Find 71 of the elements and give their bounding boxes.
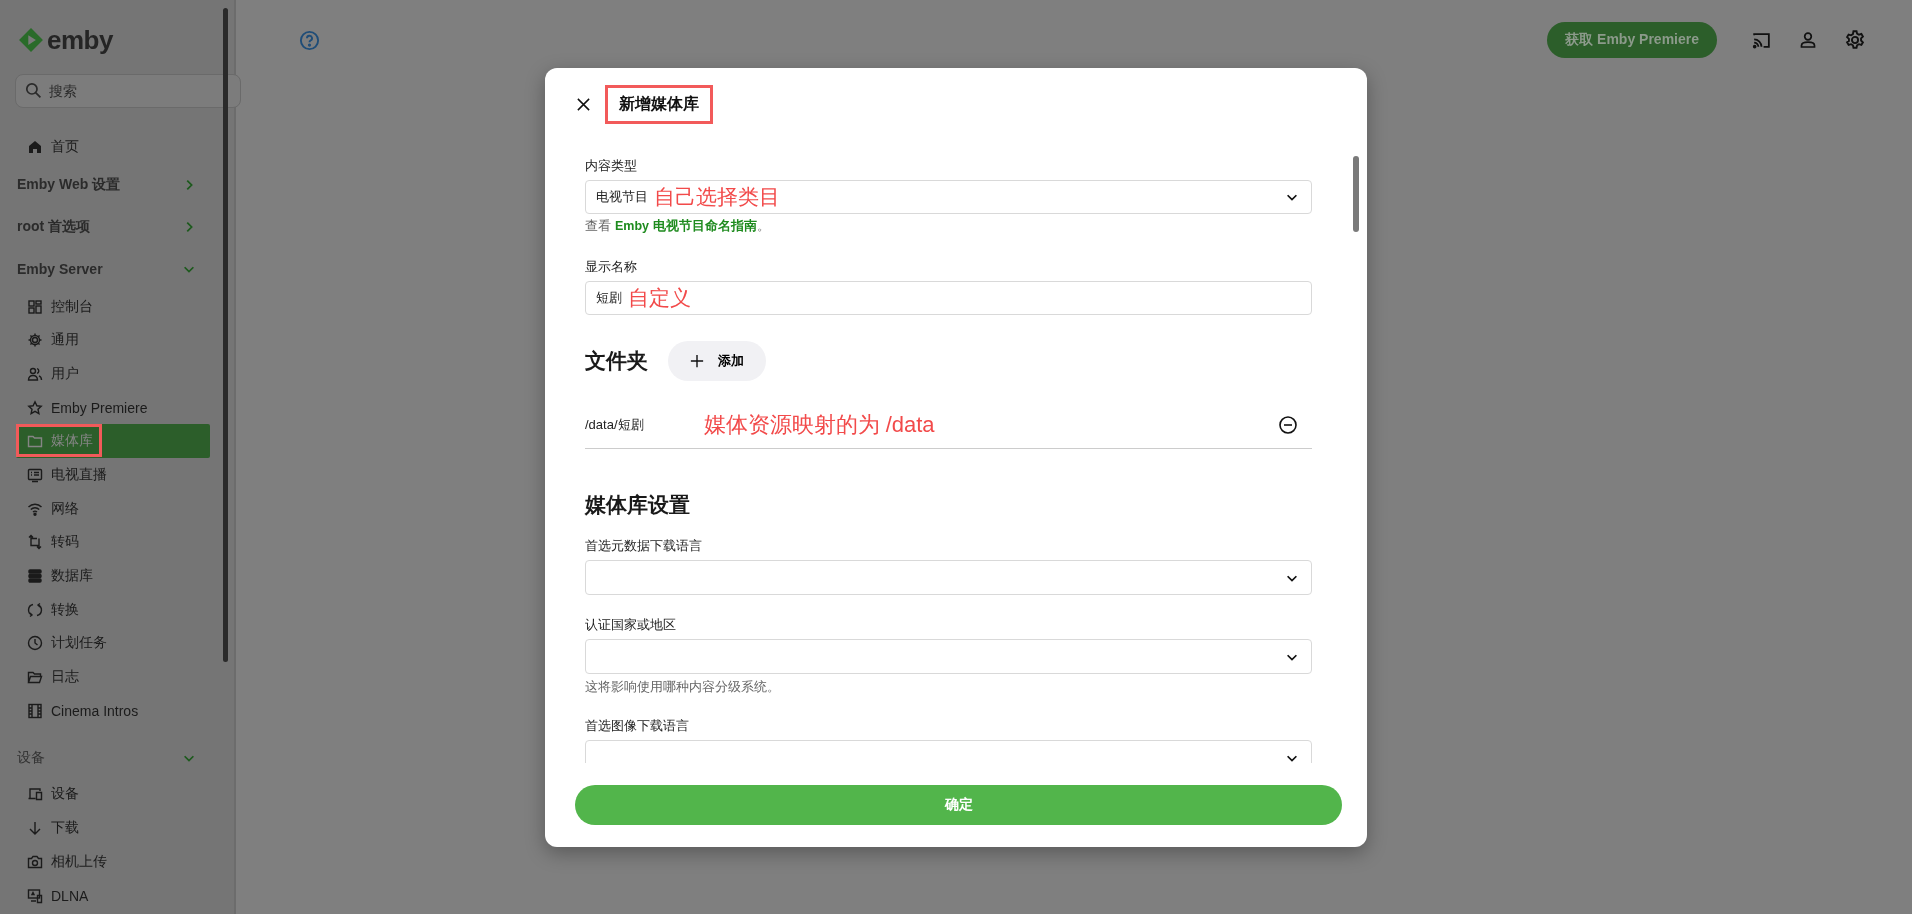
sync-icon (27, 601, 43, 618)
sidebar-item[interactable]: 设备 (16, 777, 210, 812)
logo-text: emby (47, 24, 113, 56)
field-label: 认证国家或地区 (585, 616, 677, 634)
field-label: 内容类型 (585, 157, 638, 175)
display-name-field[interactable]: 短剧 自定义 (585, 281, 1312, 315)
camera-icon (27, 853, 43, 870)
section-heading: 文件夹 (585, 348, 648, 374)
help-text: 。 (756, 218, 770, 235)
field-label: 显示名称 (585, 258, 638, 276)
devices-icon (27, 786, 43, 803)
help-text: 这将影响使用哪种内容分级系统。 (585, 679, 781, 696)
field-label: 首选图像下载语言 (585, 717, 690, 735)
sidebar-item[interactable]: 相机上传 (16, 845, 210, 879)
sidebar-item[interactable]: 计划任务 (16, 626, 210, 661)
sidebar-item[interactable]: Emby Premiere (16, 390, 210, 425)
sidebar-item[interactable]: 网络 (16, 491, 210, 526)
settings-icon[interactable] (1844, 29, 1866, 51)
sidebar-item[interactable]: 用户 (16, 357, 210, 391)
section-heading: 媒体库设置 (585, 492, 691, 518)
sidebar-item[interactable]: DLNA (16, 878, 210, 913)
download-arrow-icon (27, 820, 43, 837)
help-icon[interactable] (299, 29, 320, 51)
folder-icon (27, 433, 43, 450)
search-icon (25, 82, 42, 99)
home-icon (27, 138, 43, 155)
gear-icon (27, 332, 43, 349)
section-header[interactable]: Emby Web 设置 (0, 163, 234, 206)
add-folder-button[interactable]: 添加 (668, 341, 766, 381)
remove-icon[interactable] (1278, 415, 1298, 435)
dialog-title: 新增媒体库 (605, 84, 713, 124)
database-icon (27, 568, 43, 585)
help-text: 查看 (585, 218, 611, 235)
sidebar-item[interactable]: 控制台 (16, 289, 210, 324)
sidebar-item[interactable]: 转换 (16, 592, 210, 627)
search-field[interactable]: 搜索 (15, 74, 241, 108)
sidebar-item[interactable]: 通用 (16, 323, 210, 358)
sidebar-item[interactable]: 下载 (16, 811, 210, 845)
sidebar-item[interactable]: 电视直播 (16, 458, 210, 492)
folder-path: /data/短剧 (585, 416, 644, 434)
naming-guide-link[interactable]: Emby 电视节目命名指南 (615, 218, 757, 235)
section-header[interactable]: 设备 (0, 727, 234, 778)
film-icon (27, 702, 43, 719)
scrollbar[interactable] (223, 8, 228, 662)
premiere-button[interactable]: 获取 Emby Premiere (1547, 22, 1717, 58)
sidebar-item[interactable]: 首页 (16, 130, 210, 164)
open-folder-icon (27, 669, 43, 686)
monitor-icon (27, 887, 43, 904)
annotation-text: 自己选择类目 (654, 184, 780, 210)
sidebar-item[interactable]: 日志 (16, 660, 210, 694)
section-header[interactable]: root 首选项 (0, 205, 234, 248)
user-icon[interactable] (1798, 30, 1818, 50)
plus-icon (690, 354, 704, 368)
clock-icon (27, 635, 43, 652)
dashboard-icon (27, 298, 43, 315)
tv-list-icon (27, 466, 43, 483)
star-icon (27, 399, 43, 416)
users-icon (27, 365, 43, 382)
confirm-button[interactable]: 确定 (575, 785, 1342, 825)
sidebar-item[interactable]: 媒体库 (16, 424, 210, 459)
close-icon[interactable] (576, 96, 591, 112)
sidebar-item[interactable]: 数据库 (16, 559, 210, 593)
sidebar-item[interactable]: Cinema Intros (16, 693, 210, 728)
transcode-icon (27, 534, 43, 551)
section-header[interactable]: Emby Server (0, 247, 234, 290)
sidebar-item[interactable]: 转码 (16, 525, 210, 560)
annotation-text: 媒体资源映射的为 /data (703, 411, 936, 439)
field-label: 首选元数据下载语言 (585, 537, 703, 555)
play-diamond-logo-icon (18, 27, 44, 53)
annotation-text: 自定义 (628, 285, 691, 311)
content-type-select[interactable]: 电视节目 自己选择类目 (585, 180, 1312, 214)
